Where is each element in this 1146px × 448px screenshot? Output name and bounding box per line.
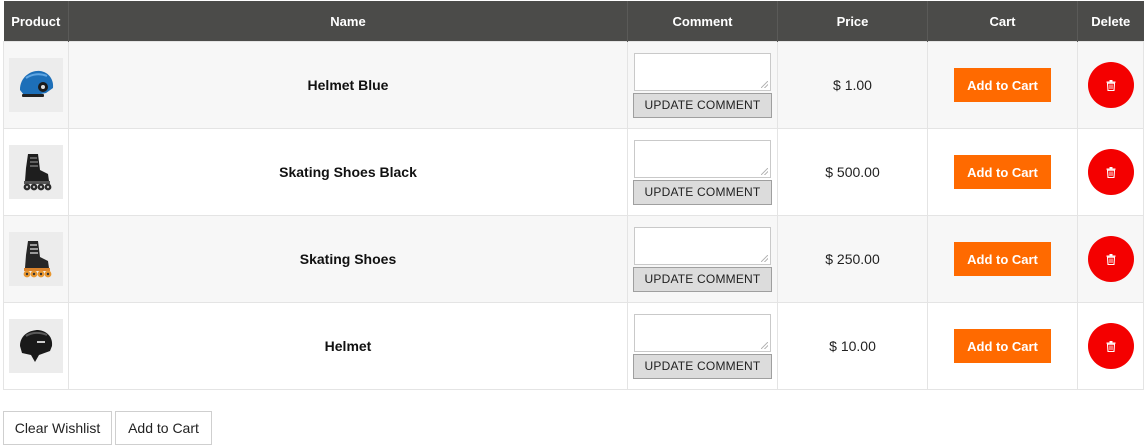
orange-skate-icon — [23, 241, 52, 278]
product-price: $ 10.00 — [829, 338, 876, 354]
header-comment: Comment — [627, 1, 778, 42]
product-cell — [3, 128, 69, 216]
table-row: Skating Shoes Black UPDATE COMMENT $ 500… — [3, 128, 1144, 216]
product-price: $ 250.00 — [825, 251, 880, 267]
header-price: Price — [777, 1, 928, 42]
trash-icon — [1106, 79, 1115, 91]
product-name-cell: Helmet Blue — [68, 41, 628, 129]
delete-cell — [1077, 302, 1144, 390]
wishlist-table: Product Name Comment Price Cart Delete H… — [3, 1, 1144, 390]
comment-textarea[interactable] — [634, 313, 771, 352]
delete-button[interactable] — [1087, 323, 1134, 369]
cart-cell: Add to Cart — [927, 128, 1078, 216]
product-name: Skating Shoes Black — [279, 164, 417, 180]
product-name: Helmet — [324, 338, 372, 354]
wishlist-page: Product Name Comment Price Cart Delete H… — [0, 0, 1146, 448]
comment-cell: UPDATE COMMENT — [627, 302, 778, 390]
comment-textarea[interactable] — [634, 52, 771, 91]
resize-grip-icon[interactable] — [761, 167, 768, 175]
product-cell — [3, 41, 69, 129]
add-to-cart-button[interactable]: Add to Cart — [954, 155, 1051, 189]
table-header-row: Product Name Comment Price Cart Delete — [3, 1, 1144, 42]
price-cell: $ 500.00 — [777, 128, 928, 216]
table-row: Helmet Blue UPDATE COMMENT $ 1.00 Add to… — [3, 41, 1144, 129]
price-cell: $ 10.00 — [777, 302, 928, 390]
product-cell — [3, 302, 69, 390]
header-delete: Delete — [1077, 1, 1144, 42]
comment-cell: UPDATE COMMENT — [627, 41, 778, 129]
header-name: Name — [68, 1, 628, 42]
product-name-cell: Skating Shoes Black — [68, 128, 628, 216]
update-comment-button[interactable]: UPDATE COMMENT — [633, 179, 772, 205]
product-name: Skating Shoes — [299, 251, 397, 267]
delete-button[interactable] — [1087, 149, 1134, 195]
delete-cell — [1077, 215, 1144, 303]
price-cell: $ 250.00 — [777, 215, 928, 303]
product-cell — [3, 215, 69, 303]
product-image[interactable] — [9, 145, 63, 199]
product-image[interactable] — [9, 232, 63, 286]
delete-cell — [1077, 41, 1144, 129]
blue-helmet-icon — [20, 70, 54, 97]
comment-cell: UPDATE COMMENT — [627, 215, 778, 303]
comment-textarea[interactable] — [634, 226, 771, 265]
clear-wishlist-button[interactable]: Clear Wishlist — [3, 411, 112, 445]
header-product: Product — [3, 1, 69, 42]
resize-grip-icon[interactable] — [761, 341, 768, 349]
update-comment-button[interactable]: UPDATE COMMENT — [633, 353, 772, 379]
product-price: $ 500.00 — [825, 164, 880, 180]
delete-cell — [1077, 128, 1144, 216]
black-helmet-icon — [20, 330, 53, 362]
product-image[interactable] — [9, 319, 63, 373]
black-skate-icon — [23, 154, 52, 191]
cart-cell: Add to Cart — [927, 302, 1078, 390]
product-image[interactable] — [9, 58, 63, 112]
delete-button[interactable] — [1087, 62, 1134, 108]
add-to-cart-button[interactable]: Add to Cart — [954, 329, 1051, 363]
trash-icon — [1106, 253, 1115, 265]
cart-cell: Add to Cart — [927, 215, 1078, 303]
table-row: Helmet UPDATE COMMENT $ 10.00 Add to Car… — [3, 302, 1144, 390]
add-to-cart-button[interactable]: Add to Cart — [954, 242, 1051, 276]
add-all-to-cart-button[interactable]: Add to Cart — [115, 411, 212, 445]
header-cart: Cart — [927, 1, 1078, 42]
update-comment-button[interactable]: UPDATE COMMENT — [633, 92, 772, 118]
comment-textarea[interactable] — [634, 139, 771, 178]
table-row: Skating Shoes UPDATE COMMENT $ 250.00 Ad… — [3, 215, 1144, 303]
price-cell: $ 1.00 — [777, 41, 928, 129]
update-comment-button[interactable]: UPDATE COMMENT — [633, 266, 772, 292]
resize-grip-icon[interactable] — [761, 254, 768, 262]
comment-cell: UPDATE COMMENT — [627, 128, 778, 216]
cart-cell: Add to Cart — [927, 41, 1078, 129]
product-name-cell: Skating Shoes — [68, 215, 628, 303]
product-price: $ 1.00 — [833, 77, 872, 93]
product-name-cell: Helmet — [68, 302, 628, 390]
resize-grip-icon[interactable] — [761, 80, 768, 88]
delete-button[interactable] — [1087, 236, 1134, 282]
add-to-cart-button[interactable]: Add to Cart — [954, 68, 1051, 102]
product-name: Helmet Blue — [307, 77, 389, 93]
trash-icon — [1106, 340, 1115, 352]
trash-icon — [1106, 166, 1115, 178]
